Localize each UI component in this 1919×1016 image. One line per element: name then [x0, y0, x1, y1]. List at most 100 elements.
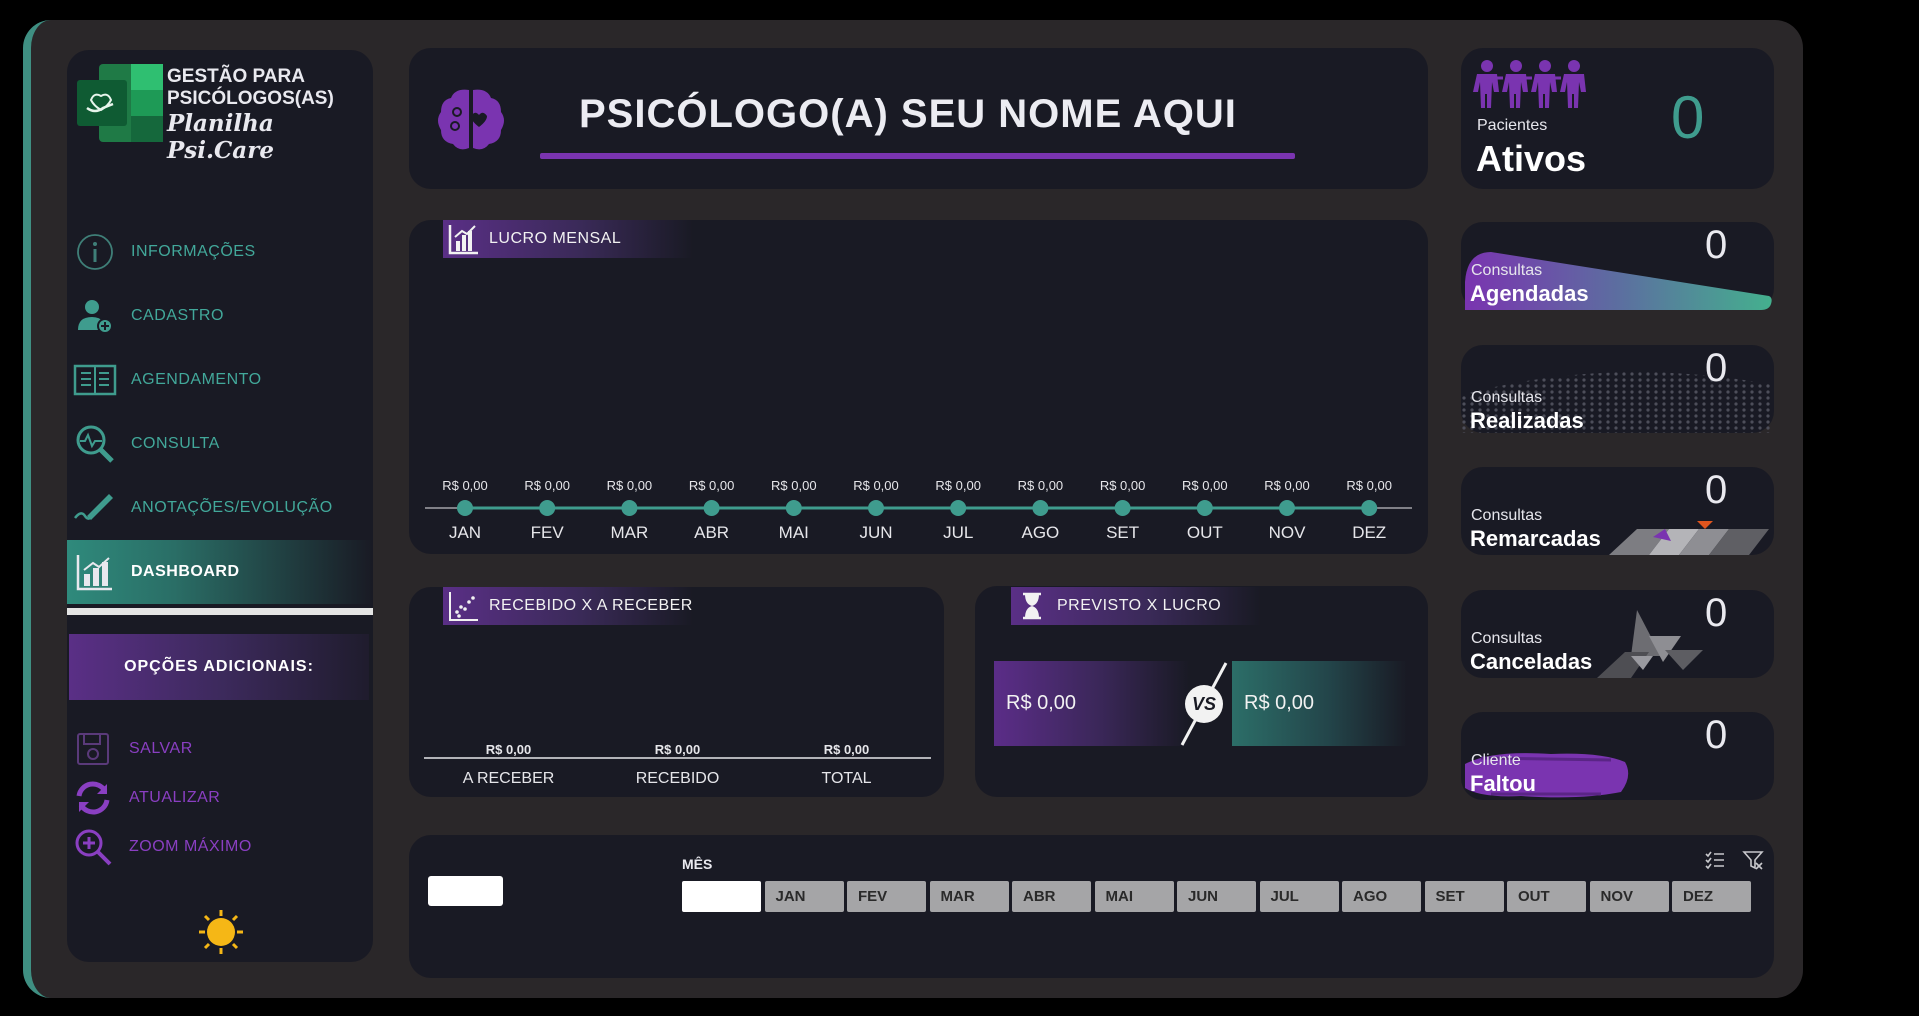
previsto-panel: PREVISTO X LUCRO R$ 0,00 VS R$ 0,00 — [975, 586, 1428, 797]
data-point — [1279, 500, 1295, 516]
data-label: R$ 0,00 — [853, 478, 899, 493]
tick-label: JUL — [943, 523, 973, 542]
options-title: OPÇÕES ADICIONAIS: — [69, 634, 369, 700]
tick-label: JAN — [449, 523, 481, 542]
lucro-mensal-panel: LUCRO MENSAL R$ 0,00 JAN R$ 0,00 FEV R$ 0,00… — [409, 220, 1428, 554]
year-filter-slot[interactable] — [428, 876, 503, 906]
data-label: R$ 0,00 — [824, 742, 870, 757]
kpi-cliente-faltou: Cliente Faltou 0 — [1461, 712, 1774, 800]
remarcadas-shapes — [1609, 521, 1769, 555]
kpi-value: 0 — [1705, 713, 1728, 757]
option-salvar[interactable]: SALVAR — [67, 727, 373, 771]
month-filter-panel: MÊS JAN FEV MAR ABR MAI JUN JUL AGO SET OUT NOV DEZ — [409, 835, 1774, 978]
month-button-mai[interactable]: MAI — [1094, 881, 1174, 912]
data-point — [1196, 500, 1213, 516]
data-point — [703, 500, 720, 516]
sun-icon[interactable] — [197, 908, 245, 956]
logo-icon — [77, 64, 163, 142]
previsto-header: PREVISTO X LUCRO — [1011, 587, 1261, 625]
option-zoom-maximo[interactable]: ZOOM MÁXIMO — [67, 825, 373, 869]
kpi-caption: Consultas — [1471, 389, 1543, 406]
data-point — [1361, 500, 1378, 516]
kpi-caption: Consultas — [1471, 507, 1543, 524]
month-filter-label: MÊS — [682, 856, 713, 872]
previsto-title: PREVISTO X LUCRO — [1057, 597, 1222, 614]
month-button-jun[interactable]: JUN — [1177, 881, 1256, 912]
dashboard-frame: GESTÃO PARA PSICÓLOGOS(AS) Planilha Psi.… — [23, 20, 1803, 998]
logo-line-1: GESTÃO PARA — [167, 66, 305, 87]
nav-informacoes[interactable]: INFORMAÇÕES — [67, 220, 373, 284]
kpi-value: 0 — [1671, 84, 1705, 151]
nav-label: AGENDAMENTO — [131, 371, 262, 388]
bar-chart-icon — [73, 550, 117, 594]
month-button-mar[interactable]: MAR — [929, 881, 1009, 912]
book-icon — [73, 358, 117, 402]
option-atualizar[interactable]: ATUALIZAR — [67, 776, 373, 820]
zoom-in-icon — [73, 827, 113, 867]
kpi-value: 0 — [1705, 223, 1728, 267]
tick-label: JUN — [859, 523, 892, 542]
tick-label: DEZ — [1352, 523, 1386, 542]
month-button-nov[interactable]: NOV — [1589, 881, 1669, 912]
tick-label: ABR — [694, 523, 729, 542]
nav-agendamento[interactable]: AGENDAMENTO — [67, 348, 373, 412]
tick-label: RECEBIDO — [636, 770, 720, 787]
data-label: R$ 0,00 — [935, 478, 981, 493]
nav-label: CONSULTA — [131, 435, 220, 452]
kpi-consultas-realizadas: Consultas Realizadas 0 — [1461, 345, 1774, 433]
nav-label: ANOTAÇÕES/EVOLUÇÃO — [131, 499, 333, 516]
kpi-value: 0 — [1705, 591, 1728, 635]
data-point — [1114, 500, 1131, 516]
tick-label: AGO — [1022, 523, 1060, 542]
data-label: R$ 0,00 — [1264, 478, 1310, 493]
vs-badge: VS — [1191, 693, 1216, 714]
month-button-jan[interactable]: JAN — [764, 881, 844, 912]
nav-label: INFORMAÇÕES — [131, 243, 256, 260]
logo-line-2: PSICÓLOGOS(AS) — [167, 88, 334, 109]
data-label: R$ 0,00 — [486, 742, 532, 757]
data-label: R$ 0,00 — [442, 478, 488, 493]
tick-label: OUT — [1187, 523, 1223, 542]
data-point — [785, 500, 802, 516]
kpi-value: 0 — [1705, 346, 1728, 390]
data-label: R$ 0,00 — [1018, 478, 1064, 493]
clear-filter-icon[interactable] — [1742, 849, 1764, 871]
nav-dashboard[interactable]: DASHBOARD — [67, 540, 373, 604]
tick-label: TOTAL — [821, 770, 871, 787]
month-button-abr[interactable]: ABR — [1012, 881, 1091, 912]
month-button-out[interactable]: OUT — [1507, 881, 1586, 912]
data-point — [621, 500, 638, 516]
data-point — [539, 500, 556, 516]
recebido-chart: R$ 0,00 A RECEBER R$ 0,00 RECEBIDO R$ 0,00 TO… — [424, 742, 931, 787]
canceladas-shapes — [1597, 610, 1703, 678]
tick-label: MAI — [779, 523, 809, 542]
data-point — [868, 500, 884, 516]
month-button-ago[interactable]: AGO — [1342, 881, 1421, 912]
tick-label: MAR — [611, 523, 649, 542]
month-button-set[interactable]: SET — [1424, 881, 1504, 912]
previsto-value: R$ 0,00 — [994, 661, 1189, 746]
info-icon — [73, 230, 117, 274]
month-button-jul[interactable]: JUL — [1259, 881, 1339, 912]
multi-select-icon[interactable] — [1704, 849, 1726, 871]
tick-label: A RECEBER — [463, 770, 555, 787]
nav-consulta[interactable]: CONSULTA — [67, 412, 373, 476]
floppy-disk-icon — [73, 729, 113, 769]
month-button-blank[interactable] — [682, 881, 761, 912]
kpi-value: 0 — [1705, 468, 1728, 512]
page-title: PSICÓLOGO(A) SEU NOME AQUI — [579, 92, 1237, 136]
kpi-pacientes-ativos: Pacientes Ativos 0 — [1461, 48, 1774, 189]
kpi-consultas-remarcadas: Consultas Remarcadas 0 — [1461, 467, 1774, 555]
kpi-label: Agendadas — [1470, 281, 1589, 306]
nav-anotacoes[interactable]: ANOTAÇÕES/EVOLUÇÃO — [67, 476, 373, 540]
nav-cadastro[interactable]: CADASTRO — [67, 284, 373, 348]
kpi-label: Canceladas — [1470, 649, 1593, 674]
data-point — [457, 500, 473, 516]
kpi-consultas-canceladas: Consultas Canceladas 0 — [1461, 590, 1774, 678]
month-button-fev[interactable]: FEV — [847, 881, 926, 912]
nav-label: DASHBOARD — [131, 563, 240, 580]
data-point — [1032, 500, 1049, 516]
brain-icon — [438, 89, 504, 150]
month-button-dez[interactable]: DEZ — [1672, 881, 1751, 912]
magnifier-pulse-icon — [73, 422, 117, 466]
